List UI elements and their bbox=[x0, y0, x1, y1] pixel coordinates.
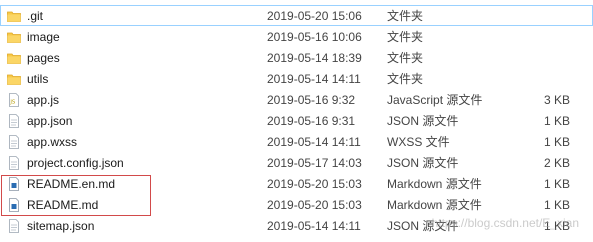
file-row[interactable]: pages 2019-05-14 18:39 文件夹 bbox=[0, 47, 593, 68]
file-type: 文件夹 bbox=[387, 9, 424, 23]
js-file-icon: JS bbox=[7, 93, 21, 107]
file-type: Markdown 源文件 bbox=[387, 198, 482, 212]
file-type: 文件夹 bbox=[387, 51, 424, 65]
text-file-icon bbox=[7, 135, 21, 149]
watermark: https://blog.csdn.net/E_xian bbox=[431, 216, 579, 230]
file-date-modified: 2019-05-17 14:03 bbox=[267, 156, 362, 170]
file-type: JSON 源文件 bbox=[387, 156, 459, 170]
text-file-icon bbox=[7, 114, 21, 128]
file-type: JavaScript 源文件 bbox=[387, 93, 483, 107]
file-name: app.js bbox=[27, 93, 60, 107]
file-name: README.en.md bbox=[27, 177, 116, 191]
file-name: pages bbox=[27, 51, 60, 65]
file-date-modified: 2019-05-14 14:11 bbox=[267, 135, 361, 149]
file-name: project.config.json bbox=[27, 156, 124, 170]
folder-icon bbox=[7, 72, 21, 86]
file-name: image bbox=[27, 30, 60, 44]
folder-icon bbox=[7, 9, 21, 23]
file-name: sitemap.json bbox=[27, 219, 95, 233]
file-row[interactable]: utils 2019-05-14 14:11 文件夹 bbox=[0, 68, 593, 89]
file-row[interactable]: .git 2019-05-20 15:06 文件夹 bbox=[0, 5, 593, 26]
file-row[interactable]: app.json 2019-05-16 9:31 JSON 源文件 1 KB bbox=[0, 110, 593, 131]
file-row[interactable]: README.en.md 2019-05-20 15:03 Markdown 源文件… bbox=[0, 173, 593, 194]
markdown-file-icon bbox=[7, 198, 21, 212]
file-date-modified: 2019-05-14 14:11 bbox=[267, 219, 361, 233]
file-name: README.md bbox=[27, 198, 99, 212]
file-type: Markdown 源文件 bbox=[387, 177, 482, 191]
file-row[interactable]: JS app.js 2019-05-16 9:32 JavaScript 源文件 3 K… bbox=[0, 89, 593, 110]
file-type: WXSS 文件 bbox=[387, 135, 450, 149]
text-file-icon bbox=[7, 219, 21, 233]
file-name: app.json bbox=[27, 114, 73, 128]
file-size: 1 KB bbox=[543, 177, 570, 191]
file-date-modified: 2019-05-16 9:32 bbox=[267, 93, 356, 107]
file-name: utils bbox=[27, 72, 49, 86]
file-size: 2 KB bbox=[543, 156, 570, 170]
file-size: 1 KB bbox=[543, 198, 570, 212]
file-size: 1 KB bbox=[543, 135, 570, 149]
file-date-modified: 2019-05-20 15:03 bbox=[267, 198, 362, 212]
folder-icon bbox=[7, 30, 21, 44]
file-row[interactable]: README.md 2019-05-20 15:03 Markdown 源文件 1 K… bbox=[0, 194, 593, 215]
markdown-file-icon bbox=[7, 177, 21, 191]
file-date-modified: 2019-05-16 10:06 bbox=[267, 30, 362, 44]
file-type: JSON 源文件 bbox=[387, 114, 459, 128]
file-list: .git 2019-05-20 15:06 文件夹 image 2019-05-16 1… bbox=[0, 5, 593, 236]
svg-text:JS: JS bbox=[9, 100, 15, 106]
file-size: 3 KB bbox=[543, 93, 570, 107]
file-row[interactable]: image 2019-05-16 10:06 文件夹 bbox=[0, 26, 593, 47]
text-file-icon bbox=[7, 156, 21, 170]
file-name: app.wxss bbox=[27, 135, 78, 149]
file-size: 1 KB bbox=[543, 114, 570, 128]
file-date-modified: 2019-05-20 15:06 bbox=[267, 9, 362, 23]
file-row[interactable]: app.wxss 2019-05-14 14:11 WXSS 文件 1 KB bbox=[0, 131, 593, 152]
file-date-modified: 2019-05-20 15:03 bbox=[267, 177, 362, 191]
folder-icon bbox=[7, 51, 21, 65]
file-row[interactable]: project.config.json 2019-05-17 14:03 JSON … bbox=[0, 152, 593, 173]
file-type: 文件夹 bbox=[387, 30, 424, 44]
file-date-modified: 2019-05-16 9:31 bbox=[267, 114, 356, 128]
file-date-modified: 2019-05-14 18:39 bbox=[267, 51, 362, 65]
file-type: 文件夹 bbox=[387, 72, 424, 86]
file-name: .git bbox=[27, 9, 44, 23]
file-date-modified: 2019-05-14 14:11 bbox=[267, 72, 361, 86]
